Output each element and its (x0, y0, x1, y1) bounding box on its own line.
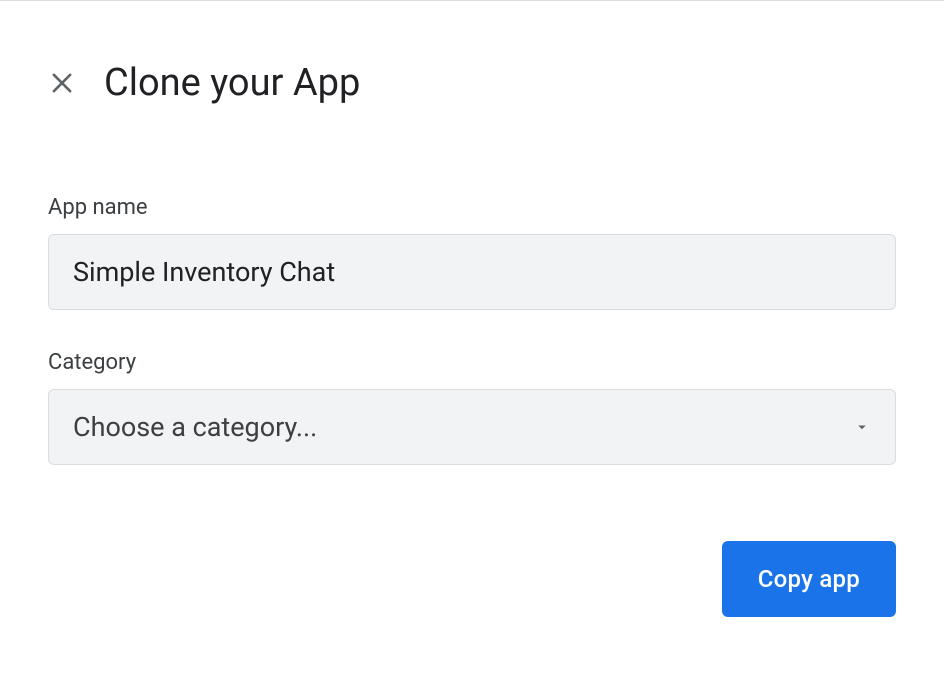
app-name-input[interactable] (48, 234, 896, 310)
dialog-actions: Copy app (0, 505, 944, 617)
dialog-header: Clone your App (0, 1, 944, 105)
category-field-group: Category Choose a category... (48, 350, 896, 465)
app-name-label: App name (48, 195, 896, 220)
category-label: Category (48, 350, 896, 375)
category-select[interactable]: Choose a category... (48, 389, 896, 465)
category-placeholder: Choose a category... (73, 411, 317, 443)
copy-app-button[interactable]: Copy app (722, 541, 896, 617)
close-icon[interactable] (48, 69, 76, 97)
category-select-wrapper: Choose a category... (48, 389, 896, 465)
dialog-title: Clone your App (104, 61, 360, 105)
clone-app-dialog: Clone your App App name Category Choose … (0, 1, 944, 617)
form-section: App name Category Choose a category... (0, 105, 944, 465)
app-name-field-group: App name (48, 195, 896, 310)
chevron-down-icon (853, 418, 871, 436)
